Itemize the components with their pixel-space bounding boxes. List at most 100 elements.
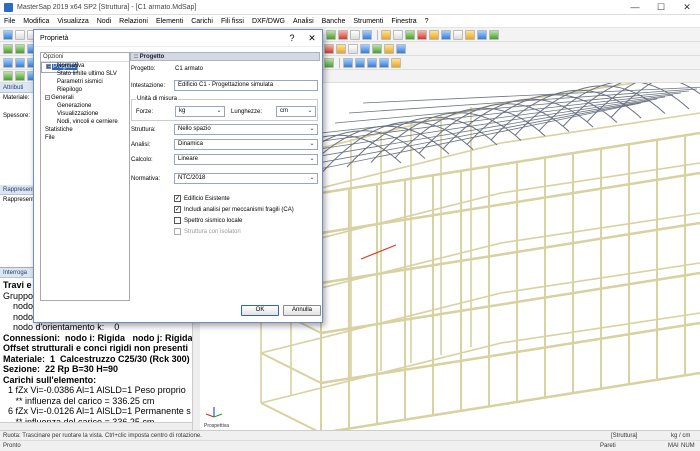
toolbar-button-icon[interactable] — [324, 43, 334, 54]
toolbar-button-icon[interactable] — [384, 43, 394, 54]
menu-item-?[interactable]: ? — [421, 18, 433, 25]
toolbar-button-icon[interactable] — [3, 29, 13, 40]
menu-item-analisi[interactable]: Analisi — [289, 18, 318, 25]
status-walls: Pareti — [600, 443, 616, 449]
dialog-help-button[interactable]: ? — [282, 33, 302, 43]
menu-item-carichi[interactable]: Carichi — [187, 18, 217, 25]
toolbar-button-icon[interactable] — [381, 29, 391, 40]
lengths-select[interactable]: cm ⌄ — [276, 106, 316, 117]
toolbar-button-icon[interactable] — [15, 43, 25, 54]
chevron-down-icon: ⌄ — [309, 126, 315, 132]
toolbar-button-icon[interactable] — [3, 57, 13, 68]
menu-item-relazioni[interactable]: Relazioni — [115, 18, 152, 25]
forces-value: kg — [179, 108, 186, 114]
ok-button[interactable]: OK — [241, 305, 279, 316]
roof-purlin[interactable] — [306, 94, 674, 144]
dialog-close-button[interactable]: ✕ — [302, 33, 322, 44]
tree-item-parametri-sismici[interactable]: Parametri sismici — [41, 78, 129, 86]
tree-item-label: Parametri sismici — [57, 79, 103, 85]
tree-item-riepilogo[interactable]: Riepilogo — [41, 86, 129, 94]
menu-item-strumenti[interactable]: Strumenti — [349, 18, 387, 25]
forces-select[interactable]: kg ⌄ — [175, 106, 225, 117]
collapse-icon[interactable]: − — [45, 94, 50, 100]
toolbar-button-icon[interactable] — [15, 71, 25, 81]
tree-item-label: Generali — [51, 95, 74, 101]
tree-item-visualizzazione[interactable]: Visualizzazione — [41, 110, 129, 118]
toolbar-button-icon[interactable] — [338, 29, 348, 40]
tree-item-file[interactable]: File — [41, 134, 129, 142]
status-bar: Ruota: Trascinare per ruotare la vista. … — [0, 430, 700, 451]
tree-item-statistiche[interactable]: Statistiche — [41, 126, 129, 134]
axes-triad: Prospettiva — [204, 405, 229, 429]
menu-item-fili-fissi[interactable]: Fili fissi — [217, 18, 248, 25]
toolbar-button-icon[interactable] — [393, 29, 403, 40]
calculation-select[interactable]: Lineare ⌄ — [174, 154, 318, 165]
toolbar-button-icon[interactable] — [477, 29, 487, 40]
checkbox-box[interactable]: ✓ — [174, 195, 181, 202]
checkbox-includi-analisi-per-meccanismi[interactable]: ✓ Includi analisi per meccanismi fragili … — [174, 206, 294, 213]
toolbar-button-icon[interactable] — [362, 29, 372, 40]
tree-item-generali[interactable]: − Generali — [41, 94, 129, 102]
toolbar-button-icon[interactable] — [441, 29, 451, 40]
tree-item-generazione[interactable]: Generazione — [41, 102, 129, 110]
toolbar-button-icon[interactable] — [348, 43, 358, 54]
toolbar-button-icon[interactable] — [396, 43, 406, 54]
header-label: Intestazione: — [131, 83, 166, 89]
toolbar-button-icon[interactable] — [453, 29, 463, 40]
toolbar-button-icon[interactable] — [489, 29, 499, 40]
toolbar-button-icon[interactable] — [15, 57, 25, 68]
menu-item-finestra[interactable]: Finestra — [387, 18, 420, 25]
toolbar-button-icon[interactable] — [15, 29, 25, 40]
beam[interactable] — [260, 402, 321, 430]
toolbar-button-icon[interactable] — [326, 29, 336, 40]
maximize-button[interactable]: ☐ — [648, 0, 674, 15]
menu-item-file[interactable]: File — [0, 18, 19, 25]
toolbar-button-icon[interactable] — [355, 57, 365, 68]
toolbar-button-icon[interactable] — [3, 71, 13, 81]
lengths-label: Lunghezze: — [231, 109, 263, 115]
tree-item-stato-limite-ultimo-slv[interactable]: Stato limite ultimo SLV — [41, 70, 129, 78]
cancel-button[interactable]: Annulla — [283, 305, 321, 316]
toolbar-button-icon[interactable] — [367, 57, 377, 68]
header-input[interactable]: Edificio C1 - Progettazione simulata — [174, 80, 318, 91]
menu-item-visualizza[interactable]: Visualizza — [53, 18, 92, 25]
regulation-select[interactable]: NTC/2018 ⌄ — [174, 173, 318, 184]
checkbox-edificio-esistente[interactable]: ✓ Edificio Esistente — [174, 195, 230, 202]
menu-item-elementi[interactable]: Elementi — [152, 18, 187, 25]
dialog-title-bar: Proprietà ? ✕ — [34, 30, 322, 47]
toolbar-button-icon[interactable] — [429, 29, 439, 40]
minimize-button[interactable]: — — [622, 0, 648, 15]
analysis-select[interactable]: Dinamica ⌄ — [174, 139, 318, 150]
tree-item-normativa[interactable]: Normativa — [41, 62, 129, 70]
app-icon — [4, 2, 13, 12]
toolbar-button-icon[interactable] — [3, 43, 13, 54]
roof-arch[interactable] — [538, 83, 690, 132]
toolbar-button-icon[interactable] — [405, 29, 415, 40]
tree-item-nodi-vincoli-e-cerniere[interactable]: Nodi, vincoli e cerniere — [41, 118, 129, 126]
toolbar-button-icon[interactable] — [324, 57, 334, 68]
status-units: kg / cm — [671, 432, 691, 439]
toolbar-button-icon[interactable] — [372, 43, 382, 54]
roof-purlin[interactable] — [292, 96, 666, 154]
highlight-beam[interactable] — [360, 244, 397, 260]
toolbar-button-icon[interactable] — [379, 57, 389, 68]
menu-item-nodi[interactable]: Nodi — [93, 18, 115, 25]
structure-select[interactable]: Nello spazio ⌄ — [174, 124, 318, 135]
roof-purlin[interactable] — [320, 92, 682, 134]
toolbar-button-icon[interactable] — [350, 29, 360, 40]
toolbar-button-icon[interactable] — [343, 57, 353, 68]
tree-item-label: Normativa — [57, 63, 85, 69]
toolbar-button-icon[interactable] — [336, 43, 346, 54]
toolbar-button-icon[interactable] — [360, 43, 370, 54]
toolbar-button-icon[interactable] — [391, 57, 401, 68]
checkbox-box[interactable] — [174, 217, 181, 224]
menu-item-banche[interactable]: Banche — [318, 18, 350, 25]
toolbar-button-icon[interactable] — [417, 29, 427, 40]
menu-item-modifica[interactable]: Modifica — [19, 18, 53, 25]
menu-item-dxf-dwg[interactable]: DXF/DWG — [248, 18, 289, 25]
toolbar-button-icon[interactable] — [465, 29, 475, 40]
close-button[interactable]: ✕ — [674, 0, 700, 15]
checkbox-box[interactable]: ✓ — [174, 206, 181, 213]
query-horizontal-scrollbar[interactable] — [0, 422, 192, 430]
checkbox-spettro-sismico-locale[interactable]: Spettro sismico locale — [174, 217, 242, 224]
